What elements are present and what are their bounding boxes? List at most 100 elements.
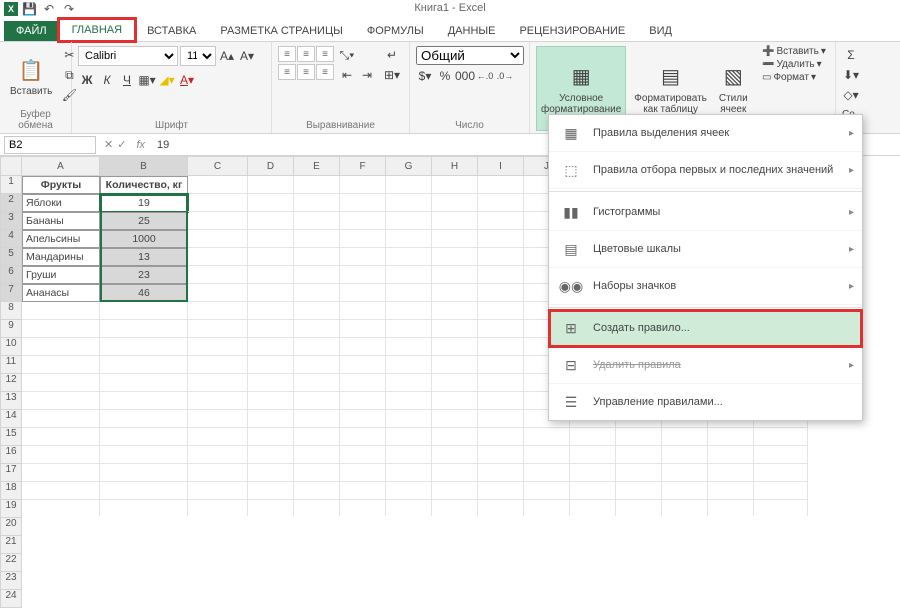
cell-O16[interactable] xyxy=(754,446,808,464)
cell-A10[interactable] xyxy=(22,338,100,356)
cell-L17[interactable] xyxy=(616,464,662,482)
cell-G14[interactable] xyxy=(386,410,432,428)
name-box[interactable] xyxy=(4,136,96,154)
menu-highlight-cells-rules[interactable]: ▦ Правила выделения ячеек ▸ xyxy=(549,115,862,152)
cell-G3[interactable] xyxy=(386,212,432,230)
row-header-20[interactable]: 20 xyxy=(0,518,22,536)
cell-L16[interactable] xyxy=(616,446,662,464)
cell-C10[interactable] xyxy=(188,338,248,356)
cell-I2[interactable] xyxy=(478,194,524,212)
cell-C18[interactable] xyxy=(188,482,248,500)
cell-I13[interactable] xyxy=(478,392,524,410)
cell-L19[interactable] xyxy=(616,500,662,516)
cell-H14[interactable] xyxy=(432,410,478,428)
row-header-10[interactable]: 10 xyxy=(0,338,22,356)
font-color-button[interactable]: A▾ xyxy=(178,71,196,89)
cell-C2[interactable] xyxy=(188,194,248,212)
cell-I7[interactable] xyxy=(478,284,524,302)
cell-B3[interactable]: 25 xyxy=(100,212,188,230)
cell-H4[interactable] xyxy=(432,230,478,248)
cell-H15[interactable] xyxy=(432,428,478,446)
cell-H12[interactable] xyxy=(432,374,478,392)
tab-formulas[interactable]: ФОРМУЛЫ xyxy=(355,21,436,41)
cell-G19[interactable] xyxy=(386,500,432,516)
cell-D13[interactable] xyxy=(248,392,294,410)
cell-A15[interactable] xyxy=(22,428,100,446)
cell-H18[interactable] xyxy=(432,482,478,500)
align-center[interactable]: ≡ xyxy=(297,64,315,80)
cell-B2[interactable]: 19 xyxy=(100,194,188,212)
cell-E11[interactable] xyxy=(294,356,340,374)
increase-font-icon[interactable]: A▴ xyxy=(218,47,236,65)
merge-button[interactable]: ⊞▾ xyxy=(380,66,404,84)
save-icon[interactable]: 💾 xyxy=(22,2,36,16)
cell-G13[interactable] xyxy=(386,392,432,410)
row-header-22[interactable]: 22 xyxy=(0,554,22,572)
cell-J16[interactable] xyxy=(524,446,570,464)
orientation-button[interactable]: ⤡▾ xyxy=(338,46,356,64)
align-bottom[interactable]: ≡ xyxy=(316,46,334,62)
cell-F16[interactable] xyxy=(340,446,386,464)
cell-E2[interactable] xyxy=(294,194,340,212)
cell-B7[interactable]: 46 xyxy=(100,284,188,302)
cell-C4[interactable] xyxy=(188,230,248,248)
tab-file[interactable]: ФАЙЛ xyxy=(4,21,59,41)
underline-button[interactable]: Ч xyxy=(118,71,136,89)
cell-K17[interactable] xyxy=(570,464,616,482)
cell-E18[interactable] xyxy=(294,482,340,500)
cell-A2[interactable]: Яблоки xyxy=(22,194,100,212)
select-all-corner[interactable] xyxy=(0,156,22,176)
cell-C15[interactable] xyxy=(188,428,248,446)
cell-A13[interactable] xyxy=(22,392,100,410)
menu-manage-rules[interactable]: ☰ Управление правилами... xyxy=(549,384,862,420)
cell-M16[interactable] xyxy=(662,446,708,464)
font-name-combo[interactable]: Calibri xyxy=(78,46,178,66)
comma-format[interactable]: 000 xyxy=(456,67,474,85)
cell-A5[interactable]: Мандарины xyxy=(22,248,100,266)
cell-C5[interactable] xyxy=(188,248,248,266)
increase-indent[interactable]: ⇥ xyxy=(358,66,376,84)
italic-button[interactable]: К xyxy=(98,71,116,89)
cancel-formula-icon[interactable]: ✕ xyxy=(104,138,113,151)
cell-G7[interactable] xyxy=(386,284,432,302)
cell-D15[interactable] xyxy=(248,428,294,446)
column-header-G[interactable]: G xyxy=(386,156,432,176)
align-left[interactable]: ≡ xyxy=(278,64,296,80)
cell-G16[interactable] xyxy=(386,446,432,464)
cell-G6[interactable] xyxy=(386,266,432,284)
cell-I14[interactable] xyxy=(478,410,524,428)
cell-O15[interactable] xyxy=(754,428,808,446)
row-header-1[interactable]: 1 xyxy=(0,176,22,194)
align-middle[interactable]: ≡ xyxy=(297,46,315,62)
cell-F12[interactable] xyxy=(340,374,386,392)
cell-E12[interactable] xyxy=(294,374,340,392)
align-top[interactable]: ≡ xyxy=(278,46,296,62)
decrease-indent[interactable]: ⇤ xyxy=(338,66,356,84)
fx-icon[interactable]: fx xyxy=(130,139,151,151)
wrap-text-button[interactable]: ↵ xyxy=(380,46,404,64)
row-header-18[interactable]: 18 xyxy=(0,482,22,500)
cell-C13[interactable] xyxy=(188,392,248,410)
cell-F2[interactable] xyxy=(340,194,386,212)
cell-E13[interactable] xyxy=(294,392,340,410)
format-cells-button[interactable]: ▭ Формат▾ xyxy=(762,72,829,83)
cell-B18[interactable] xyxy=(100,482,188,500)
cell-E6[interactable] xyxy=(294,266,340,284)
cell-D14[interactable] xyxy=(248,410,294,428)
cell-L18[interactable] xyxy=(616,482,662,500)
cell-I11[interactable] xyxy=(478,356,524,374)
cell-D16[interactable] xyxy=(248,446,294,464)
delete-cells-button[interactable]: ➖ Удалить▾ xyxy=(762,59,829,70)
cell-J15[interactable] xyxy=(524,428,570,446)
tab-page-layout[interactable]: РАЗМЕТКА СТРАНИЦЫ xyxy=(208,21,354,41)
cell-D10[interactable] xyxy=(248,338,294,356)
cell-C16[interactable] xyxy=(188,446,248,464)
cell-A3[interactable]: Бананы xyxy=(22,212,100,230)
cell-D4[interactable] xyxy=(248,230,294,248)
row-header-24[interactable]: 24 xyxy=(0,590,22,608)
cell-K18[interactable] xyxy=(570,482,616,500)
row-header-3[interactable]: 3 xyxy=(0,212,22,230)
cell-H3[interactable] xyxy=(432,212,478,230)
cell-B12[interactable] xyxy=(100,374,188,392)
row-header-12[interactable]: 12 xyxy=(0,374,22,392)
